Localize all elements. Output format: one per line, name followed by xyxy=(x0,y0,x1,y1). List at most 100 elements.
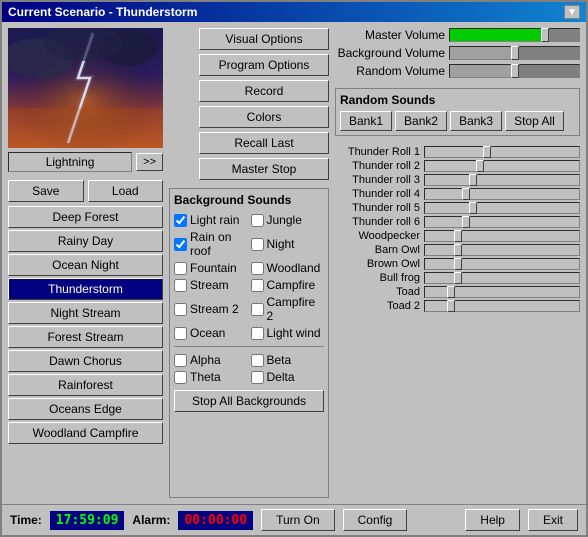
scenario-item[interactable]: Rainy Day xyxy=(8,230,163,252)
turn-on-button[interactable]: Turn On xyxy=(261,509,335,531)
sound-label: Campfire xyxy=(267,278,316,292)
bg-sounds-section: Background Sounds Light rainJungleRain o… xyxy=(169,188,329,498)
sound-label: Woodland xyxy=(267,261,321,275)
stop-all-backgrounds-button[interactable]: Stop All Backgrounds xyxy=(174,390,324,412)
sound-checkbox[interactable] xyxy=(174,327,187,340)
visual-options-button[interactable]: Visual Options xyxy=(199,28,329,50)
sound-item: Campfire 2 xyxy=(251,295,325,323)
record-button[interactable]: Record xyxy=(199,80,329,102)
random-volume-slider[interactable] xyxy=(449,64,580,78)
window-dropdown-btn[interactable]: ▼ xyxy=(564,5,580,19)
sound-item: Light wind xyxy=(251,326,325,340)
bank3-button[interactable]: Bank3 xyxy=(450,111,502,131)
sound-slider-input[interactable] xyxy=(424,230,580,242)
sound-slider-label: Thunder Roll 1 xyxy=(335,146,420,158)
scenario-item[interactable]: Thunderstorm xyxy=(8,278,163,300)
scenario-item[interactable]: Forest Stream xyxy=(8,326,163,348)
sound-slider-row: Brown Owl xyxy=(335,258,580,270)
sound-slider-input[interactable] xyxy=(424,244,580,256)
alarm-display: 00:00:00 xyxy=(178,511,253,530)
config-button[interactable]: Config xyxy=(343,509,408,531)
sound-checkbox[interactable] xyxy=(251,303,264,316)
middle-panel: Visual Options Program Options Record Co… xyxy=(169,28,329,498)
program-options-button[interactable]: Program Options xyxy=(199,54,329,76)
sound-slider-input[interactable] xyxy=(424,160,580,172)
sound-slider-input[interactable] xyxy=(424,174,580,186)
preview-label: Lightning xyxy=(8,152,132,172)
sound-slider-label: Toad xyxy=(335,286,420,298)
sound-item: Campfire xyxy=(251,278,325,292)
sound-item: Light rain xyxy=(174,213,248,227)
sound-label: Light rain xyxy=(190,213,239,227)
sound-checkbox[interactable] xyxy=(251,262,264,275)
sound-slider-input[interactable] xyxy=(424,216,580,228)
sound-checkbox[interactable] xyxy=(174,214,187,227)
status-bar: Time: 17:59:09 Alarm: 00:00:00 Turn On C… xyxy=(2,504,586,535)
recall-last-button[interactable]: Recall Last xyxy=(199,132,329,154)
sound-checkbox[interactable] xyxy=(251,238,264,251)
load-button[interactable]: Load xyxy=(88,180,164,202)
scenario-item[interactable]: Oceans Edge xyxy=(8,398,163,420)
sound-slider-row: Woodpecker xyxy=(335,230,580,242)
greek-checkbox[interactable] xyxy=(251,371,264,384)
sound-checkbox[interactable] xyxy=(251,327,264,340)
master-volume-label: Master Volume xyxy=(335,28,445,42)
scenario-item[interactable]: Deep Forest xyxy=(8,206,163,228)
sound-label: Stream xyxy=(190,278,229,292)
greek-checkbox[interactable] xyxy=(174,371,187,384)
sound-slider-input[interactable] xyxy=(424,258,580,270)
bg-volume-label: Background Volume xyxy=(335,46,445,60)
stop-all-bank-button[interactable]: Stop All xyxy=(505,111,564,131)
exit-button[interactable]: Exit xyxy=(528,509,578,531)
sound-item: Stream xyxy=(174,278,248,292)
sound-slider-input[interactable] xyxy=(424,300,580,312)
bank2-button[interactable]: Bank2 xyxy=(395,111,447,131)
sound-sliders: Thunder Roll 1Thunder roll 2Thunder roll… xyxy=(335,146,580,312)
greek-label: Beta xyxy=(267,353,292,367)
action-buttons: Visual Options Program Options Record Co… xyxy=(169,28,329,180)
master-volume-slider[interactable] xyxy=(449,28,580,42)
sound-slider-input[interactable] xyxy=(424,272,580,284)
greek-label: Alpha xyxy=(190,353,221,367)
colors-button[interactable]: Colors xyxy=(199,106,329,128)
greek-checkbox[interactable] xyxy=(174,354,187,367)
sound-slider-row: Toad 2 xyxy=(335,300,580,312)
scenario-item[interactable]: Woodland Campfire xyxy=(8,422,163,444)
sound-item: Rain on roof xyxy=(174,230,248,258)
sound-slider-input[interactable] xyxy=(424,202,580,214)
sound-slider-input[interactable] xyxy=(424,286,580,298)
sounds-grid: Light rainJungleRain on roofNightFountai… xyxy=(174,213,324,340)
sound-slider-input[interactable] xyxy=(424,146,580,158)
master-volume-row: Master Volume xyxy=(335,28,580,42)
left-panel: Lightning >> Save Load Deep ForestRainy … xyxy=(8,28,163,498)
random-volume-row: Random Volume xyxy=(335,64,580,78)
scenario-item[interactable]: Ocean Night xyxy=(8,254,163,276)
sound-slider-row: Toad xyxy=(335,286,580,298)
sound-slider-label: Toad 2 xyxy=(335,300,420,312)
sound-checkbox[interactable] xyxy=(174,238,187,251)
scenario-item[interactable]: Night Stream xyxy=(8,302,163,324)
sound-checkbox[interactable] xyxy=(174,303,187,316)
right-panel: Master Volume Background Volume Random V… xyxy=(335,28,580,498)
volume-section: Master Volume Background Volume Random V… xyxy=(335,28,580,78)
sound-slider-label: Thunder roll 6 xyxy=(335,216,420,228)
master-stop-button[interactable]: Master Stop xyxy=(199,158,329,180)
scenario-item[interactable]: Dawn Chorus xyxy=(8,350,163,372)
save-button[interactable]: Save xyxy=(8,180,84,202)
bg-volume-slider[interactable] xyxy=(449,46,580,60)
help-button[interactable]: Help xyxy=(465,509,520,531)
sound-checkbox[interactable] xyxy=(251,279,264,292)
bank1-button[interactable]: Bank1 xyxy=(340,111,392,131)
sound-checkbox[interactable] xyxy=(174,262,187,275)
sound-label: Ocean xyxy=(190,326,225,340)
greek-item: Alpha xyxy=(174,353,248,367)
sound-checkbox[interactable] xyxy=(251,214,264,227)
greek-label: Delta xyxy=(267,370,295,384)
sound-label: Campfire 2 xyxy=(267,295,325,323)
sound-checkbox[interactable] xyxy=(174,279,187,292)
sound-slider-input[interactable] xyxy=(424,188,580,200)
greek-checkbox[interactable] xyxy=(251,354,264,367)
scenario-item[interactable]: Rainforest xyxy=(8,374,163,396)
preview-arrow-btn[interactable]: >> xyxy=(136,153,163,171)
scenario-list: Deep ForestRainy DayOcean NightThunderst… xyxy=(8,206,163,444)
